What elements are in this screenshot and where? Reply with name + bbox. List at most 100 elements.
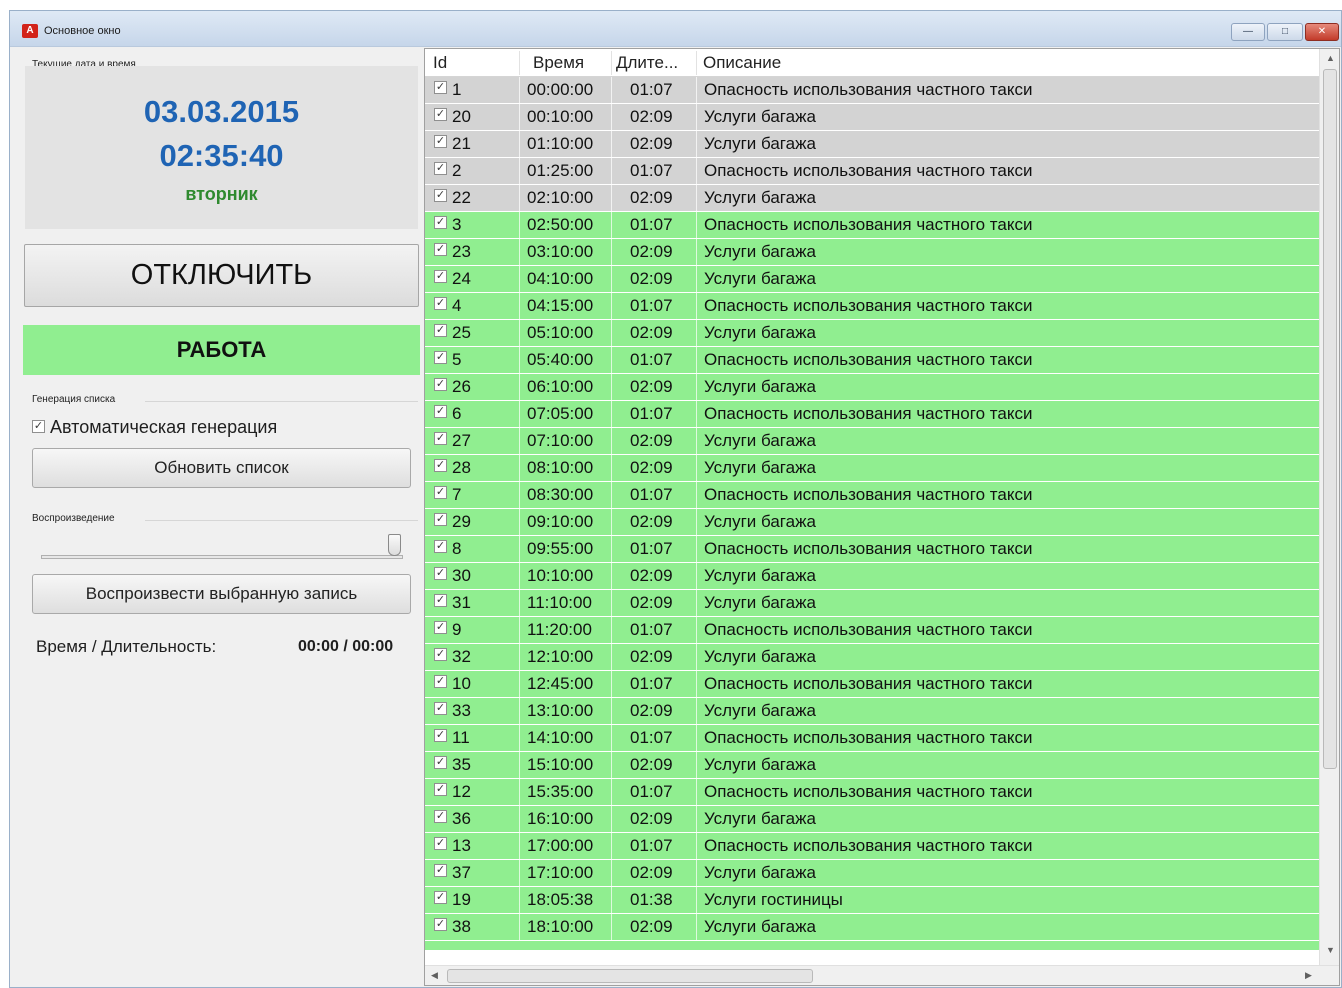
scroll-left-icon[interactable]: ◀ xyxy=(431,970,438,981)
table-row[interactable]: ✓ 26 06:10:00 02:09 Услуги багажа xyxy=(425,374,1319,401)
cell-divider xyxy=(611,914,612,941)
table-row[interactable]: ✓ 20 00:10:00 02:09 Услуги багажа xyxy=(425,104,1319,131)
table-row[interactable]: ✓ 5 05:40:00 01:07 Опасность использования ч… xyxy=(425,347,1319,374)
table-row[interactable]: ✓ 13 17:00:00 01:07 Опасность использования … xyxy=(425,833,1319,860)
table-row[interactable]: ✓ 7 08:30:00 01:07 Опасность использования ч… xyxy=(425,482,1319,509)
row-checkbox[interactable]: ✓ xyxy=(434,297,447,310)
table-row[interactable]: ✓ 36 16:10:00 02:09 Услуги багажа xyxy=(425,806,1319,833)
scroll-down-icon[interactable]: ▼ xyxy=(1326,945,1335,955)
table-row[interactable]: ✓ 11 14:10:00 01:07 Опасность использования … xyxy=(425,725,1319,752)
row-checkbox[interactable]: ✓ xyxy=(434,135,447,148)
table-row[interactable]: ✓ 3 02:50:00 01:07 Опасность использования ч… xyxy=(425,212,1319,239)
row-checkbox[interactable]: ✓ xyxy=(434,459,447,472)
table-row[interactable]: ✓ 12 15:35:00 01:07 Опасность использования … xyxy=(425,779,1319,806)
column-header-id[interactable]: Id xyxy=(433,53,447,73)
table-row[interactable]: ✓ 38 18:10:00 02:09 Услуги багажа xyxy=(425,914,1319,941)
row-checkbox[interactable]: ✓ xyxy=(434,189,447,202)
row-checkbox[interactable]: ✓ xyxy=(434,216,447,229)
row-description: Услуги багажа xyxy=(704,107,816,126)
column-header-time[interactable]: Время xyxy=(533,53,584,73)
play-selected-button[interactable]: Воспроизвести выбранную запись xyxy=(32,574,411,614)
table-row[interactable]: ✓ 35 15:10:00 02:09 Услуги багажа xyxy=(425,752,1319,779)
column-divider[interactable] xyxy=(611,51,612,75)
table-row[interactable]: ✓ 9 11:20:00 01:07 Опасность использования ч… xyxy=(425,617,1319,644)
row-time: 01:10:00 xyxy=(527,134,594,153)
column-header-description[interactable]: Описание xyxy=(703,53,781,73)
row-checkbox[interactable]: ✓ xyxy=(434,162,447,175)
cell-divider xyxy=(696,104,697,131)
row-checkbox[interactable]: ✓ xyxy=(434,918,447,931)
row-checkbox[interactable]: ✓ xyxy=(434,486,447,499)
table-row[interactable]: ✓ 30 10:10:00 02:09 Услуги багажа xyxy=(425,563,1319,590)
row-checkbox[interactable]: ✓ xyxy=(434,351,447,364)
row-checkbox[interactable]: ✓ xyxy=(434,891,447,904)
row-checkbox[interactable]: ✓ xyxy=(434,432,447,445)
table-row[interactable]: ✓ 22 02:10:00 02:09 Услуги багажа xyxy=(425,185,1319,212)
records-grid[interactable]: Id Время Длите... Описание ✓ 1 00:00:00 01:… xyxy=(424,48,1340,986)
table-row[interactable]: ✓ 23 03:10:00 02:09 Услуги багажа xyxy=(425,239,1319,266)
table-row[interactable]: ✓ 32 12:10:00 02:09 Услуги багажа xyxy=(425,644,1319,671)
table-row[interactable]: ✓ 31 11:10:00 02:09 Услуги багажа xyxy=(425,590,1319,617)
row-checkbox[interactable]: ✓ xyxy=(434,756,447,769)
row-checkbox[interactable]: ✓ xyxy=(434,81,447,94)
row-checkbox[interactable]: ✓ xyxy=(434,621,447,634)
cell-divider xyxy=(519,617,520,644)
scroll-up-icon[interactable]: ▲ xyxy=(1326,53,1335,63)
table-row[interactable]: ✓ 19 18:05:38 01:38 Услуги гостиницы xyxy=(425,887,1319,914)
table-row[interactable]: ✓ 37 17:10:00 02:09 Услуги багажа xyxy=(425,860,1319,887)
vertical-scrollbar[interactable]: ▲ ▼ xyxy=(1319,49,1339,967)
row-checkbox[interactable]: ✓ xyxy=(434,702,447,715)
table-row[interactable]: ✓ 25 05:10:00 02:09 Услуги багажа xyxy=(425,320,1319,347)
row-checkbox[interactable]: ✓ xyxy=(434,243,447,256)
row-checkbox[interactable]: ✓ xyxy=(434,324,447,337)
row-checkbox[interactable]: ✓ xyxy=(434,594,447,607)
row-checkbox[interactable]: ✓ xyxy=(434,648,447,661)
column-divider[interactable] xyxy=(696,51,697,75)
table-row[interactable]: ✓ 10 12:45:00 01:07 Опасность использования … xyxy=(425,671,1319,698)
row-checkbox[interactable]: ✓ xyxy=(434,729,447,742)
row-checkbox[interactable]: ✓ xyxy=(434,567,447,580)
row-checkbox[interactable]: ✓ xyxy=(434,675,447,688)
table-row[interactable]: ✓ 6 07:05:00 01:07 Опасность использования ч… xyxy=(425,401,1319,428)
disable-button[interactable]: ОТКЛЮЧИТЬ xyxy=(24,244,419,307)
close-button[interactable]: ✕ xyxy=(1305,23,1339,41)
row-checkbox[interactable]: ✓ xyxy=(434,378,447,391)
row-time: 13:10:00 xyxy=(527,701,594,720)
scroll-right-icon[interactable]: ▶ xyxy=(1305,970,1312,981)
table-row[interactable]: ✓ 2 01:25:00 01:07 Опасность использования ч… xyxy=(425,158,1319,185)
row-checkbox[interactable]: ✓ xyxy=(434,108,447,121)
column-header-duration[interactable]: Длите... xyxy=(616,53,678,73)
minimize-button[interactable]: — xyxy=(1231,23,1265,41)
table-row[interactable]: ✓ 24 04:10:00 02:09 Услуги багажа xyxy=(425,266,1319,293)
row-checkbox[interactable]: ✓ xyxy=(434,513,447,526)
table-row[interactable]: ✓ 28 08:10:00 02:09 Услуги багажа xyxy=(425,455,1319,482)
table-row[interactable]: ✓ 1 00:00:00 01:07 Опасность использования ч… xyxy=(425,77,1319,104)
table-row[interactable]: ✓ 33 13:10:00 02:09 Услуги багажа xyxy=(425,698,1319,725)
row-checkbox[interactable]: ✓ xyxy=(434,783,447,796)
row-checkbox[interactable]: ✓ xyxy=(434,810,447,823)
playback-slider[interactable] xyxy=(41,555,403,559)
table-row-partial[interactable] xyxy=(425,941,1319,951)
table-row[interactable]: ✓ 21 01:10:00 02:09 Услуги багажа xyxy=(425,131,1319,158)
refresh-list-button[interactable]: Обновить список xyxy=(32,448,411,488)
row-checkbox[interactable]: ✓ xyxy=(434,270,447,283)
table-row[interactable]: ✓ 27 07:10:00 02:09 Услуги багажа xyxy=(425,428,1319,455)
row-checkbox[interactable]: ✓ xyxy=(434,405,447,418)
column-divider[interactable] xyxy=(519,51,520,75)
table-row[interactable]: ✓ 4 04:15:00 01:07 Опасность использования ч… xyxy=(425,293,1319,320)
row-checkbox[interactable]: ✓ xyxy=(434,837,447,850)
maximize-button[interactable]: □ xyxy=(1267,23,1303,41)
slider-thumb[interactable] xyxy=(388,534,401,556)
table-row[interactable]: ✓ 8 09:55:00 01:07 Опасность использования ч… xyxy=(425,536,1319,563)
horizontal-scrollbar[interactable]: ◀ ▶ xyxy=(425,965,1339,985)
vertical-scroll-thumb[interactable] xyxy=(1323,69,1337,769)
cell-divider xyxy=(519,104,520,131)
row-time: 05:40:00 xyxy=(527,350,594,369)
table-row[interactable]: ✓ 29 09:10:00 02:09 Услуги багажа xyxy=(425,509,1319,536)
title-bar[interactable]: A Основное окно — □ ✕ xyxy=(10,11,1341,47)
auto-generation-checkbox[interactable]: ✓ Автоматическая генерация xyxy=(32,417,277,438)
row-checkbox[interactable]: ✓ xyxy=(434,864,447,877)
horizontal-scroll-thumb[interactable] xyxy=(447,969,813,983)
row-checkbox[interactable]: ✓ xyxy=(434,540,447,553)
checkbox-icon[interactable]: ✓ xyxy=(32,419,45,433)
